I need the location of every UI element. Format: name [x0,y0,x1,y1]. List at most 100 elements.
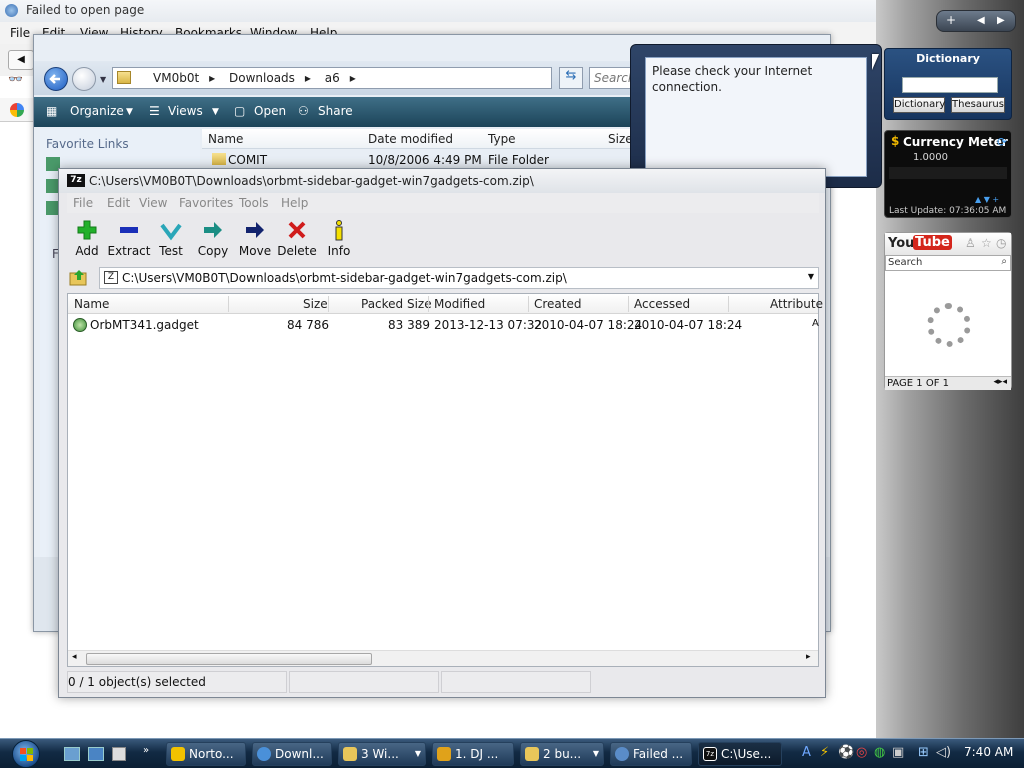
col-packed-size[interactable]: Packed Size [361,297,432,311]
back-button[interactable] [44,67,68,91]
taskbar-button-dj[interactable]: 1. DJ ... [432,742,514,766]
dictionary-search-input[interactable] [902,77,998,93]
loading-spinner-icon [927,303,971,347]
menu-file[interactable]: File [73,196,93,210]
col-name[interactable]: Name [208,132,243,146]
add-gadget-icon[interactable]: + [946,13,956,27]
share-button[interactable]: Share [318,104,353,118]
network-icon[interactable]: ⊞ [918,745,929,760]
search-icon[interactable]: ⌕ [1001,256,1007,267]
delete-label: Delete [277,244,317,258]
taskbar-clock[interactable]: 7:40 AM [964,745,1013,759]
explorer-path[interactable]: VM0b0t ▸ Downloads ▸ a6 ▸ [112,67,552,89]
menu-file[interactable]: File [10,26,30,40]
col-name[interactable]: Name [74,297,109,311]
prev-icon[interactable]: ◀ [977,15,985,26]
col-created[interactable]: Created [534,297,582,311]
sevenzip-title: C:\Users\VM0B0T\Downloads\orbmt-sidebar-… [89,174,534,188]
forward-button[interactable] [72,67,96,91]
refresh-icon[interactable]: ⟳ [997,135,1007,149]
youtube-logo-you: You [888,236,915,251]
col-date-modified[interactable]: Date modified [368,132,453,146]
taskbar-button-downloads[interactable]: Downl... [252,742,332,766]
thesaurus-button[interactable]: Thesaurus [951,97,1005,113]
start-button[interactable] [8,739,48,768]
currency-meter-gadget: $ Currency Meter ⟳ 1.0000 ▲ ▼ + Last Upd… [884,130,1012,218]
col-size[interactable]: Size [303,297,328,311]
tray-ball-icon[interactable]: ⚽ [838,745,854,760]
test-label: Test [159,244,183,258]
info-label: Info [327,244,351,258]
scroll-left-icon[interactable]: ◂ [72,652,77,662]
youtube-header: You Tube ♙ ☆ ◷ [885,233,1011,255]
scroll-right-icon[interactable]: ▸ [806,652,811,662]
folder-icon [117,71,131,84]
row-type: File Folder [488,153,549,167]
col-type[interactable]: Type [488,132,516,146]
volume-icon[interactable]: ◁) [936,745,951,760]
organize-button[interactable]: Organize [70,104,124,118]
popup-message: Please check your Internet connection. [645,57,867,177]
col-attribute[interactable]: Attribute [770,297,823,311]
currency-value: 1.0000 [913,152,948,163]
taskbar-button-windows-group[interactable]: 3 Wi... ▼ [338,742,426,766]
connection-popup: Please check your Internet connection. [630,44,882,188]
col-modified[interactable]: Modified [434,297,485,311]
scrollbar-thumb[interactable] [86,653,372,665]
arrow-icons[interactable]: ▲ ▼ + [975,195,999,204]
table-row[interactable]: OrbMT341.gadget 84 786 83 389 2013-12-13… [68,316,819,334]
taskbar-button-norton[interactable]: Norto... [166,742,246,766]
extract-label: Extract [107,244,151,258]
col-accessed[interactable]: Accessed [634,297,690,311]
calculator-icon[interactable] [112,747,126,761]
horizontal-scrollbar[interactable]: ◂ ▸ [68,650,818,666]
info-button[interactable]: Info [314,219,364,258]
chevron-down-icon[interactable]: ▼ [100,75,106,84]
status-text: 0 / 1 object(s) selected [67,671,287,693]
up-folder-icon[interactable] [69,268,91,288]
show-desktop-icon[interactable] [64,747,80,761]
tray-shield-icon[interactable]: ◍ [874,745,885,760]
back-arrow-icon[interactable]: ◀ [8,50,34,70]
move-icon [246,222,264,238]
star-icon[interactable]: ☆ [981,236,992,250]
menu-edit[interactable]: Edit [107,196,130,210]
taskbar-button-bu-group[interactable]: 2 bu... ▼ [520,742,604,766]
taskbar-button-sevenzip[interactable]: 7z C:\Use... [698,742,782,766]
refresh-icon[interactable]: ⇆ [559,67,583,89]
tray-a-icon[interactable]: A [802,745,811,760]
tray-drive-icon[interactable]: ▣ [892,745,904,760]
chevron-down-icon[interactable]: ▼ [126,107,133,117]
quicklaunch-more-icon[interactable]: » [143,745,149,756]
youtube-search-input[interactable]: Search ⌕ [885,255,1011,271]
path-segment-downloads[interactable]: Downloads [229,71,295,85]
google-icon[interactable] [10,103,24,117]
sevenzip-toolbar: Add Extract Test Copy Move Delete Info [67,215,819,265]
row-modified: 2013-12-13 07:32 [434,318,543,332]
menu-tools[interactable]: Tools [239,196,269,210]
tray-ring-icon[interactable]: ◎ [856,745,867,760]
glasses-icon[interactable]: 👓 [8,72,28,86]
user-icon[interactable]: ♙ [965,236,976,250]
views-icon: ☰ [149,104,160,118]
tray-bolt-icon[interactable]: ⚡ [820,745,829,760]
sevenzip-status-bar: 0 / 1 object(s) selected [67,671,819,693]
menu-view[interactable]: View [139,196,167,210]
menu-favorites[interactable]: Favorites [179,196,233,210]
globe-icon [5,4,18,17]
open-button[interactable]: Open [254,104,286,118]
taskbar-button-failed-page[interactable]: Failed ... [610,742,692,766]
path-segment-a6[interactable]: a6 [325,71,340,85]
menu-help[interactable]: Help [281,196,308,210]
sevenzip-path-field[interactable]: Z C:\Users\VM0B0T\Downloads\orbmt-sideba… [99,267,819,289]
dictionary-button[interactable]: Dictionary [893,97,945,113]
views-button[interactable]: Views [168,104,203,118]
switch-windows-icon[interactable] [88,747,104,761]
col-size[interactable]: Size [608,132,633,146]
next-icon[interactable]: ▶ [997,15,1005,26]
chevron-down-icon[interactable]: ▼ [808,272,814,281]
chevron-down-icon[interactable]: ▼ [212,107,219,117]
page-nav-icons[interactable]: ◂▸◂ [993,377,1007,387]
path-segment-vm0b0t[interactable]: VM0b0t [153,71,199,85]
clock-icon[interactable]: ◷ [996,236,1006,250]
